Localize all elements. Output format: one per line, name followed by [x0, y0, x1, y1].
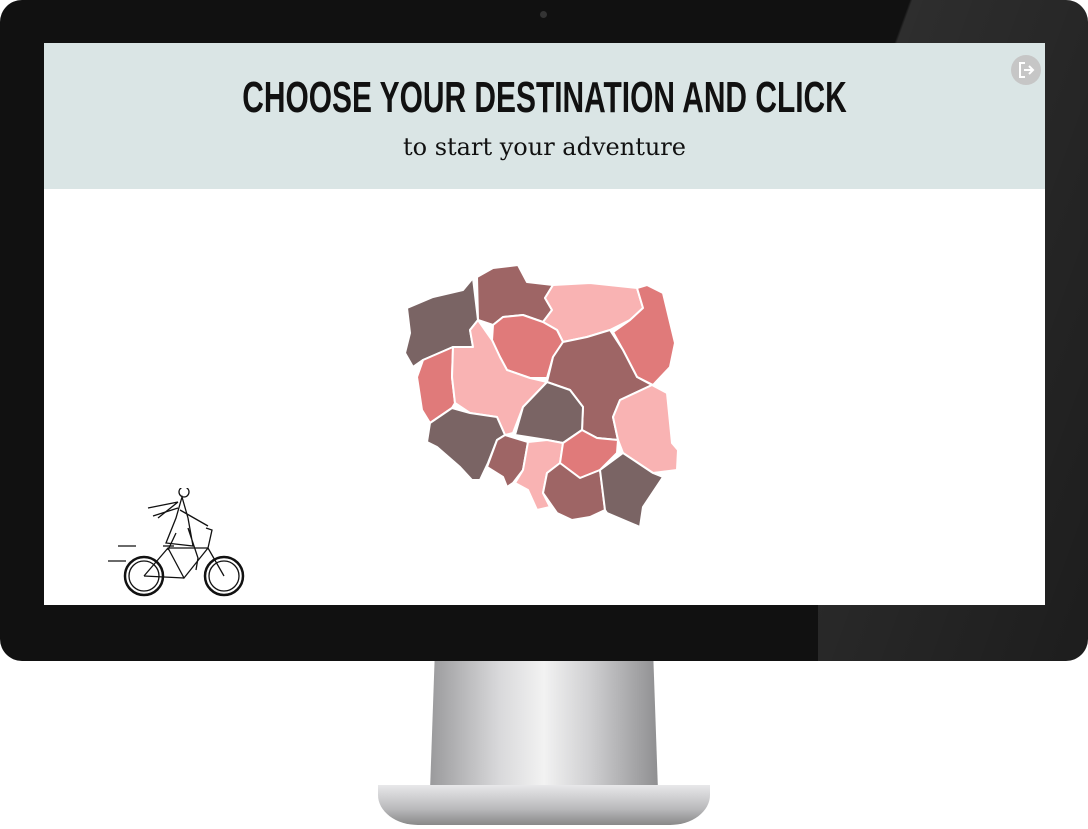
camera [540, 11, 547, 18]
monitor-bezel: CHOOSE YOUR DESTINATION AND CLICK to sta… [0, 0, 1088, 661]
monitor-stand [430, 661, 658, 791]
monitor-base [378, 785, 710, 825]
cyclist-illustration [108, 488, 245, 597]
screen: CHOOSE YOUR DESTINATION AND CLICK to sta… [44, 43, 1045, 605]
